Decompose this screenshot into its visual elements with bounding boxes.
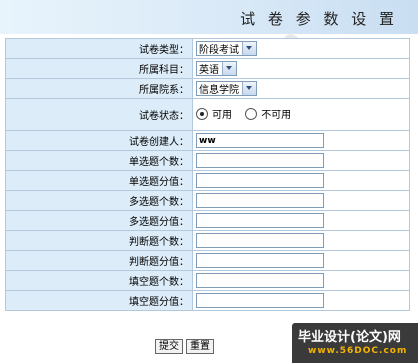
department-value: 信息学院: [199, 85, 239, 96]
status-unavailable-option[interactable]: 不可用: [245, 106, 291, 121]
creator-label: 试卷创建人：: [5, 130, 193, 151]
single-count-input[interactable]: [196, 153, 324, 168]
radio-selected-icon[interactable]: [196, 107, 208, 120]
status-label: 试卷状态：: [5, 98, 193, 131]
fill-score-input[interactable]: [196, 293, 324, 308]
page-title: 试 卷 参 数 设 置: [240, 10, 398, 28]
judge-score-input[interactable]: [196, 253, 324, 268]
exam-settings-form: 试卷类型： 阶段考试 所属科目： 英语 所属院系： 信息学院 试卷状态： 可用 …: [5, 38, 410, 311]
radio-unselected-icon[interactable]: [245, 107, 258, 120]
department-label: 所属院系：: [5, 78, 193, 99]
creator-input[interactable]: [196, 133, 324, 148]
submit-button[interactable]: 提交: [155, 339, 183, 354]
fill-score-label: 填空题分值：: [5, 290, 193, 311]
chevron-down-icon[interactable]: [222, 62, 236, 75]
judge-score-label: 判断题分值：: [5, 250, 193, 271]
chevron-down-icon[interactable]: [242, 82, 256, 95]
judge-count-label: 判断题个数：: [5, 230, 193, 251]
single-score-input[interactable]: [196, 173, 324, 188]
judge-count-input[interactable]: [196, 233, 324, 248]
multi-score-input[interactable]: [196, 213, 324, 228]
form-actions: 提交 重置: [155, 339, 214, 354]
multi-count-input[interactable]: [196, 193, 324, 208]
exam-type-select[interactable]: 阶段考试: [196, 41, 257, 56]
logo-title: 毕业设计(论文)网: [298, 330, 401, 345]
single-count-label: 单选题个数：: [5, 150, 193, 171]
fill-count-input[interactable]: [196, 273, 324, 288]
fill-count-label: 填空题个数：: [5, 270, 193, 291]
site-logo: 毕业设计(论文)网 www.56DOC.com: [292, 323, 418, 363]
status-available-option[interactable]: 可用: [196, 106, 232, 121]
chevron-down-icon[interactable]: [242, 42, 256, 55]
logo-url: www.56DOC.com: [308, 346, 408, 356]
page-header: 试 卷 参 数 设 置: [0, 0, 418, 34]
multi-count-label: 多选题个数：: [5, 190, 193, 211]
subject-label: 所属科目：: [5, 58, 193, 79]
exam-type-label: 试卷类型：: [5, 38, 193, 59]
single-score-label: 单选题分值：: [5, 170, 193, 191]
multi-score-label: 多选题分值：: [5, 210, 193, 231]
exam-type-value: 阶段考试: [199, 45, 239, 56]
status-available-label: 可用: [212, 110, 232, 122]
status-unavailable-label: 不可用: [261, 110, 292, 122]
department-select[interactable]: 信息学院: [196, 81, 257, 96]
reset-button[interactable]: 重置: [186, 339, 214, 354]
subject-value: 英语: [199, 65, 219, 76]
subject-select[interactable]: 英语: [196, 61, 237, 76]
